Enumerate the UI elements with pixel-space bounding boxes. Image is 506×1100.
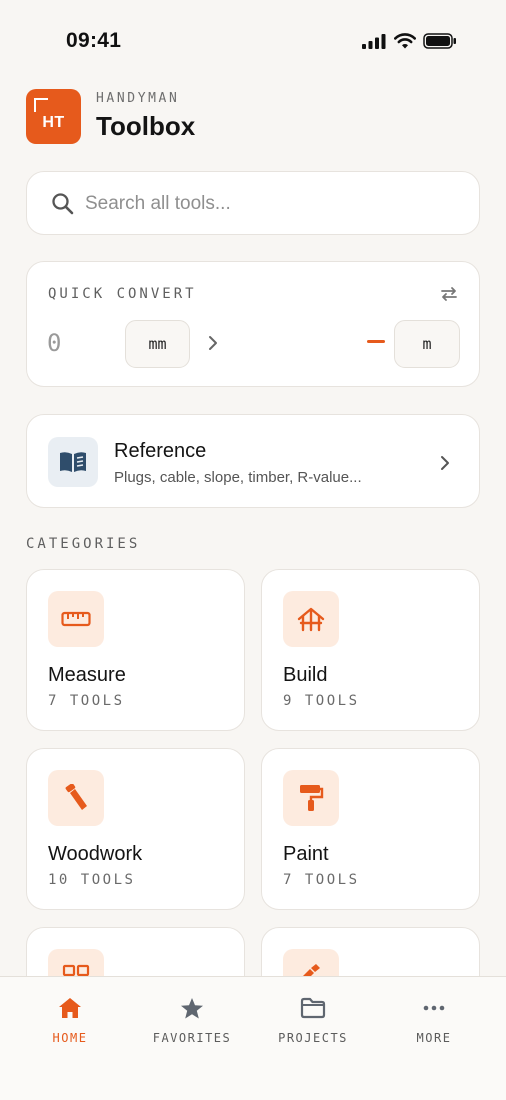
- tab-favorites[interactable]: FAVORITES: [129, 977, 255, 1057]
- swap-units-icon[interactable]: [439, 286, 459, 302]
- convert-result-placeholder: [367, 340, 385, 343]
- saw-icon: [65, 784, 87, 810]
- reference-title: Reference: [114, 440, 207, 462]
- signal-icon: [362, 34, 386, 49]
- status-time: 09:41: [66, 29, 122, 52]
- convert-input-value[interactable]: 0: [47, 329, 61, 357]
- folder-icon: [300, 997, 326, 1019]
- bottom-tab-bar: HOME FAVORITES PROJECTS MORE: [0, 976, 506, 1100]
- category-icon-box: [48, 591, 104, 647]
- chevron-right-icon: [209, 336, 217, 350]
- more-icon: [423, 1005, 445, 1011]
- search-icon: [52, 193, 74, 215]
- category-count: 7 TOOLS: [48, 693, 125, 709]
- quick-convert-label: QUICK CONVERT: [48, 286, 197, 302]
- reference-card[interactable]: Reference Plugs, cable, slope, timber, R…: [26, 414, 480, 508]
- category-card-woodwork[interactable]: Woodwork 10 TOOLS: [26, 748, 245, 910]
- tab-label: FAVORITES: [152, 1031, 232, 1045]
- category-card-measure[interactable]: Measure 7 TOOLS: [26, 569, 245, 731]
- categories-label: CATEGORIES: [26, 536, 141, 552]
- tab-projects[interactable]: PROJECTS: [250, 977, 376, 1057]
- app-header: HT HANDYMAN Toolbox: [26, 89, 480, 145]
- tab-more[interactable]: MORE: [371, 977, 497, 1057]
- paint-roller-icon: [300, 785, 324, 811]
- category-card-paint[interactable]: Paint 7 TOOLS: [261, 748, 480, 910]
- tab-home[interactable]: HOME: [7, 977, 133, 1057]
- wifi-icon: [394, 33, 416, 49]
- tab-label: PROJECTS: [278, 1031, 348, 1045]
- category-icon-box: [48, 770, 104, 826]
- quick-convert-card: QUICK CONVERT 0 mm m: [26, 261, 480, 387]
- chevron-right-icon: [441, 456, 449, 470]
- category-icon-box: [283, 591, 339, 647]
- to-unit-select[interactable]: m: [394, 320, 460, 368]
- category-name: Build: [283, 664, 328, 686]
- app-logo: HT: [26, 89, 81, 144]
- house-frame-icon: [297, 607, 325, 632]
- battery-icon: [423, 33, 456, 49]
- search-bar[interactable]: [26, 171, 480, 235]
- brand-kicker: HANDYMAN: [96, 91, 180, 106]
- tab-label: MORE: [416, 1031, 452, 1045]
- home-icon: [59, 998, 81, 1018]
- ruler-icon: [61, 611, 91, 627]
- page-title: Toolbox: [96, 111, 196, 141]
- status-icons: [362, 31, 457, 51]
- category-count: 10 TOOLS: [48, 872, 136, 888]
- search-input[interactable]: [85, 188, 445, 220]
- category-count: 7 TOOLS: [283, 872, 360, 888]
- category-card-build[interactable]: Build 9 TOOLS: [261, 569, 480, 731]
- tab-label: HOME: [52, 1031, 88, 1045]
- reference-subtitle: Plugs, cable, slope, timber, R-value...: [114, 469, 362, 486]
- category-icon-box: [283, 770, 339, 826]
- category-name: Woodwork: [48, 843, 143, 865]
- reference-icon-box: [48, 437, 98, 487]
- logo-corner-mark: [34, 98, 48, 112]
- category-name: Paint: [283, 843, 329, 865]
- category-name: Measure: [48, 664, 126, 686]
- book-icon: [60, 452, 86, 472]
- category-count: 9 TOOLS: [283, 693, 360, 709]
- status-bar: 09:41: [0, 0, 506, 84]
- from-unit-select[interactable]: mm: [125, 320, 190, 368]
- logo-text: HT: [42, 114, 65, 131]
- star-icon: [181, 998, 203, 1019]
